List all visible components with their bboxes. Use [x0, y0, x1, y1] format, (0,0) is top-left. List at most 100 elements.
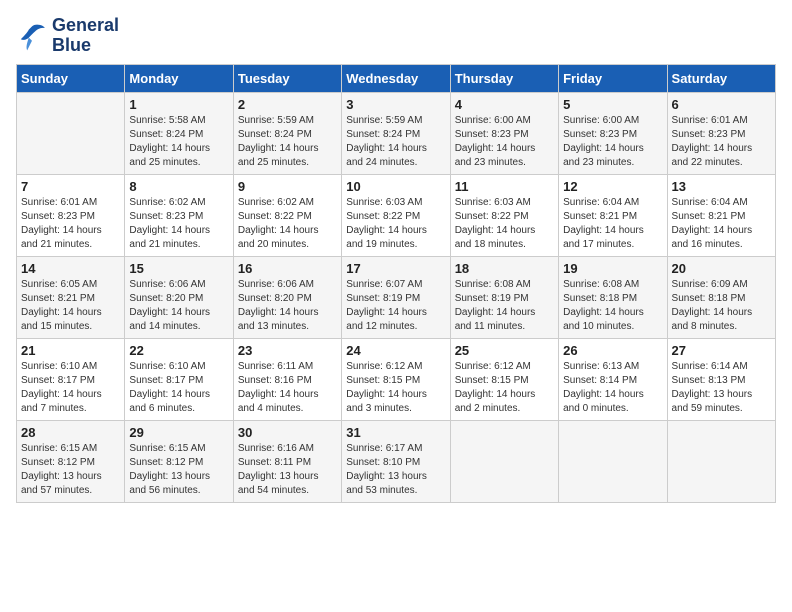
day-number: 9 [238, 179, 337, 194]
day-info: Sunrise: 5:59 AM Sunset: 8:24 PM Dayligh… [346, 114, 445, 170]
calendar-cell: 2 Sunrise: 5:59 AM Sunset: 8:24 PM Daylig… [233, 92, 341, 174]
day-number: 5 [563, 97, 662, 112]
day-number: 19 [563, 261, 662, 276]
calendar-cell: 11Sunrise: 6:03 AM Sunset: 8:22 PM Dayli… [450, 174, 558, 256]
day-number: 6 [672, 97, 771, 112]
day-info: Sunrise: 6:09 AM Sunset: 8:18 PM Dayligh… [672, 278, 771, 334]
day-info: Sunrise: 6:10 AM Sunset: 8:17 PM Dayligh… [21, 360, 120, 416]
day-info: Sunrise: 6:14 AM Sunset: 8:13 PM Dayligh… [672, 360, 771, 416]
calendar-cell: 5Sunrise: 6:00 AM Sunset: 8:23 PM Daylig… [559, 92, 667, 174]
day-info: Sunrise: 6:06 AM Sunset: 8:20 PM Dayligh… [238, 278, 337, 334]
calendar-week-row: 1 Sunrise: 5:58 AM Sunset: 8:24 PM Daylig… [17, 92, 776, 174]
calendar-header-row: SundayMondayTuesdayWednesdayThursdayFrid… [17, 64, 776, 92]
calendar-cell [667, 420, 775, 502]
day-info: Sunrise: 6:08 AM Sunset: 8:18 PM Dayligh… [563, 278, 662, 334]
calendar-cell: 10 Sunrise: 6:03 AM Sunset: 8:22 PM Dayli… [342, 174, 450, 256]
day-info: Sunrise: 6:03 AM Sunset: 8:22 PM Dayligh… [346, 196, 445, 252]
day-info: Sunrise: 6:02 AM Sunset: 8:23 PM Dayligh… [129, 196, 228, 252]
day-number: 23 [238, 343, 337, 358]
calendar-cell: 8 Sunrise: 6:02 AM Sunset: 8:23 PM Daylig… [125, 174, 233, 256]
calendar-cell: 6Sunrise: 6:01 AM Sunset: 8:23 PM Daylig… [667, 92, 775, 174]
day-info: Sunrise: 6:04 AM Sunset: 8:21 PM Dayligh… [563, 196, 662, 252]
day-number: 24 [346, 343, 445, 358]
calendar-cell [559, 420, 667, 502]
day-number: 4 [455, 97, 554, 112]
day-number: 25 [455, 343, 554, 358]
day-number: 17 [346, 261, 445, 276]
day-info: Sunrise: 6:17 AM Sunset: 8:10 PM Dayligh… [346, 442, 445, 498]
calendar-week-row: 21Sunrise: 6:10 AM Sunset: 8:17 PM Dayli… [17, 338, 776, 420]
calendar-week-row: 7 Sunrise: 6:01 AM Sunset: 8:23 PM Daylig… [17, 174, 776, 256]
day-number: 10 [346, 179, 445, 194]
calendar-cell [450, 420, 558, 502]
calendar-cell: 24 Sunrise: 6:12 AM Sunset: 8:15 PM Dayli… [342, 338, 450, 420]
calendar-cell: 23 Sunrise: 6:11 AM Sunset: 8:16 PM Dayli… [233, 338, 341, 420]
day-info: Sunrise: 6:07 AM Sunset: 8:19 PM Dayligh… [346, 278, 445, 334]
day-number: 2 [238, 97, 337, 112]
day-number: 20 [672, 261, 771, 276]
calendar-cell: 29 Sunrise: 6:15 AM Sunset: 8:12 PM Dayli… [125, 420, 233, 502]
calendar-body: 1 Sunrise: 5:58 AM Sunset: 8:24 PM Daylig… [17, 92, 776, 502]
day-number: 14 [21, 261, 120, 276]
header-day: Monday [125, 64, 233, 92]
header-day: Thursday [450, 64, 558, 92]
day-info: Sunrise: 5:59 AM Sunset: 8:24 PM Dayligh… [238, 114, 337, 170]
calendar-cell: 26 Sunrise: 6:13 AM Sunset: 8:14 PM Dayli… [559, 338, 667, 420]
calendar-week-row: 28 Sunrise: 6:15 AM Sunset: 8:12 PM Dayli… [17, 420, 776, 502]
calendar-cell: 25 Sunrise: 6:12 AM Sunset: 8:15 PM Dayli… [450, 338, 558, 420]
calendar-cell: 12Sunrise: 6:04 AM Sunset: 8:21 PM Dayli… [559, 174, 667, 256]
day-number: 30 [238, 425, 337, 440]
day-number: 29 [129, 425, 228, 440]
calendar-cell: 30 Sunrise: 6:16 AM Sunset: 8:11 PM Dayli… [233, 420, 341, 502]
day-info: Sunrise: 6:08 AM Sunset: 8:19 PM Dayligh… [455, 278, 554, 334]
calendar-table: SundayMondayTuesdayWednesdayThursdayFrid… [16, 64, 776, 503]
day-number: 26 [563, 343, 662, 358]
day-info: Sunrise: 6:04 AM Sunset: 8:21 PM Dayligh… [672, 196, 771, 252]
day-info: Sunrise: 6:02 AM Sunset: 8:22 PM Dayligh… [238, 196, 337, 252]
logo-icon [16, 20, 48, 52]
day-info: Sunrise: 6:12 AM Sunset: 8:15 PM Dayligh… [455, 360, 554, 416]
calendar-cell: 13Sunrise: 6:04 AM Sunset: 8:21 PM Dayli… [667, 174, 775, 256]
day-number: 11 [455, 179, 554, 194]
day-number: 3 [346, 97, 445, 112]
day-number: 27 [672, 343, 771, 358]
day-info: Sunrise: 6:11 AM Sunset: 8:16 PM Dayligh… [238, 360, 337, 416]
day-info: Sunrise: 6:13 AM Sunset: 8:14 PM Dayligh… [563, 360, 662, 416]
calendar-cell: 19 Sunrise: 6:08 AM Sunset: 8:18 PM Dayli… [559, 256, 667, 338]
calendar-cell: 14 Sunrise: 6:05 AM Sunset: 8:21 PM Dayli… [17, 256, 125, 338]
day-info: Sunrise: 6:15 AM Sunset: 8:12 PM Dayligh… [129, 442, 228, 498]
day-number: 18 [455, 261, 554, 276]
day-number: 7 [21, 179, 120, 194]
calendar-cell: 7 Sunrise: 6:01 AM Sunset: 8:23 PM Daylig… [17, 174, 125, 256]
calendar-cell: 15Sunrise: 6:06 AM Sunset: 8:20 PM Dayli… [125, 256, 233, 338]
day-number: 22 [129, 343, 228, 358]
day-number: 16 [238, 261, 337, 276]
day-info: Sunrise: 6:10 AM Sunset: 8:17 PM Dayligh… [129, 360, 228, 416]
calendar-cell: 17 Sunrise: 6:07 AM Sunset: 8:19 PM Dayli… [342, 256, 450, 338]
calendar-cell: 9 Sunrise: 6:02 AM Sunset: 8:22 PM Daylig… [233, 174, 341, 256]
day-number: 28 [21, 425, 120, 440]
calendar-cell: 18 Sunrise: 6:08 AM Sunset: 8:19 PM Dayli… [450, 256, 558, 338]
day-info: Sunrise: 6:01 AM Sunset: 8:23 PM Dayligh… [21, 196, 120, 252]
header-day: Sunday [17, 64, 125, 92]
day-info: Sunrise: 6:05 AM Sunset: 8:21 PM Dayligh… [21, 278, 120, 334]
header-day: Friday [559, 64, 667, 92]
calendar-cell: 28 Sunrise: 6:15 AM Sunset: 8:12 PM Dayli… [17, 420, 125, 502]
day-info: Sunrise: 6:12 AM Sunset: 8:15 PM Dayligh… [346, 360, 445, 416]
header-day: Saturday [667, 64, 775, 92]
day-number: 31 [346, 425, 445, 440]
header-day: Tuesday [233, 64, 341, 92]
calendar-week-row: 14 Sunrise: 6:05 AM Sunset: 8:21 PM Dayli… [17, 256, 776, 338]
calendar-cell: 3 Sunrise: 5:59 AM Sunset: 8:24 PM Daylig… [342, 92, 450, 174]
day-info: Sunrise: 5:58 AM Sunset: 8:24 PM Dayligh… [129, 114, 228, 170]
day-info: Sunrise: 6:15 AM Sunset: 8:12 PM Dayligh… [21, 442, 120, 498]
calendar-cell: 31 Sunrise: 6:17 AM Sunset: 8:10 PM Dayli… [342, 420, 450, 502]
day-info: Sunrise: 6:16 AM Sunset: 8:11 PM Dayligh… [238, 442, 337, 498]
calendar-cell: 22 Sunrise: 6:10 AM Sunset: 8:17 PM Dayli… [125, 338, 233, 420]
day-number: 8 [129, 179, 228, 194]
day-number: 1 [129, 97, 228, 112]
calendar-cell: 21Sunrise: 6:10 AM Sunset: 8:17 PM Dayli… [17, 338, 125, 420]
header-day: Wednesday [342, 64, 450, 92]
calendar-cell: 4Sunrise: 6:00 AM Sunset: 8:23 PM Daylig… [450, 92, 558, 174]
calendar-cell: 16 Sunrise: 6:06 AM Sunset: 8:20 PM Dayli… [233, 256, 341, 338]
